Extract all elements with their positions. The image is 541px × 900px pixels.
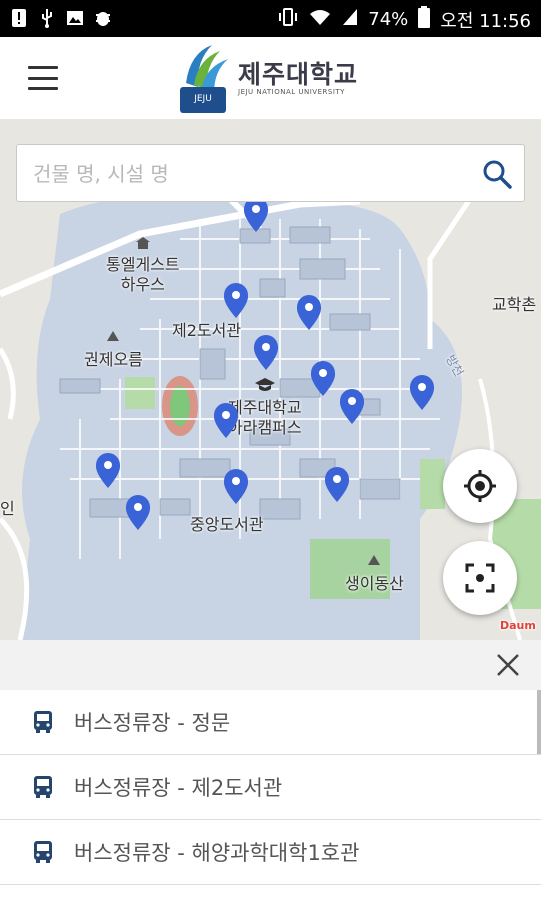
graduation-cap-icon [254, 378, 275, 391]
alert-icon [10, 8, 28, 28]
battery-percent: 74% [368, 9, 409, 30]
map-label-library2: 제2도서관 [172, 321, 242, 340]
search-bar [16, 144, 525, 202]
battery-icon [418, 6, 431, 33]
map-pin[interactable] [409, 375, 435, 411]
result-list: 버스정류장 - 정문 버스정류장 - 제2도서관 버스정류장 - 해양과학대학1… [0, 690, 541, 885]
fit-view-button[interactable] [443, 541, 517, 615]
my-location-button[interactable] [443, 449, 517, 523]
university-logo[interactable]: JEJU 제주대학교 JEJU NATIONAL UNIVERSITY [176, 43, 358, 115]
list-item-label: 버스정류장 - 해양과학대학1호관 [74, 841, 360, 865]
list-item-label: 버스정류장 - 제2도서관 [74, 776, 283, 800]
focus-frame-icon [465, 563, 495, 593]
map-label-central-library: 중앙도서관 [190, 515, 264, 534]
university-emblem-icon: JEJU [180, 45, 228, 113]
map-label-guesthouse: 통엘게스트 하우스 [106, 235, 180, 295]
status-bar: 74% 오전 11:56 [0, 0, 541, 37]
bus-icon [34, 776, 52, 798]
map-pin[interactable] [339, 389, 365, 425]
search-icon[interactable] [482, 159, 512, 189]
wifi-icon [308, 7, 332, 32]
map-label-saengi: 생이동산 [345, 551, 404, 594]
clock: 오전 11:56 [440, 10, 531, 32]
map-pin[interactable] [125, 495, 151, 531]
signal-icon [342, 7, 358, 32]
menu-icon[interactable] [28, 66, 58, 90]
daum-logo: Daum [500, 619, 536, 632]
mountain-icon [368, 555, 381, 565]
search-input[interactable] [31, 157, 455, 191]
list-item-label: 버스정류장 - 정문 [74, 711, 231, 735]
app-header: JEJU 제주대학교 JEJU NATIONAL UNIVERSITY [0, 37, 541, 120]
building-icon [135, 237, 150, 249]
crosshair-icon [464, 470, 496, 502]
map-pin[interactable] [213, 403, 239, 439]
close-icon[interactable] [495, 652, 521, 678]
result-panel-header [0, 640, 541, 690]
bus-icon [34, 841, 52, 863]
mountain-icon [107, 331, 120, 341]
usb-icon [38, 8, 56, 28]
logo-subtitle: JEJU NATIONAL UNIVERSITY [238, 88, 345, 96]
vibrate-icon [278, 7, 298, 32]
list-item[interactable]: 버스정류장 - 제2도서관 [0, 755, 541, 820]
map-pin[interactable] [95, 453, 121, 489]
map-pin[interactable] [223, 283, 249, 319]
map-pin[interactable] [296, 295, 322, 331]
map-label-left-edge: 인 [0, 499, 15, 518]
map-label-gwonje: 권제오름 [84, 327, 143, 370]
list-scrollbar[interactable] [537, 690, 541, 754]
map-pin[interactable] [324, 467, 350, 503]
logo-emblem-text: JEJU [193, 94, 212, 104]
bug-icon [94, 8, 112, 28]
map-pin[interactable] [253, 335, 279, 371]
list-item[interactable]: 버스정류장 - 해양과학대학1호관 [0, 820, 541, 885]
map-label-campus: 제주대학교 아라캠퍼스 [228, 377, 302, 438]
map-pin[interactable] [243, 197, 269, 233]
map-pin[interactable] [223, 469, 249, 505]
map-pin[interactable] [310, 361, 336, 397]
map-label-gyohak: 교학촌 [492, 295, 537, 314]
status-right: 74% 오전 11:56 [278, 6, 531, 33]
image-icon [66, 8, 84, 28]
status-left-icons [10, 8, 112, 28]
bus-icon [34, 711, 52, 733]
list-item[interactable]: 버스정류장 - 정문 [0, 690, 541, 755]
logo-title: 제주대학교 [238, 60, 359, 89]
